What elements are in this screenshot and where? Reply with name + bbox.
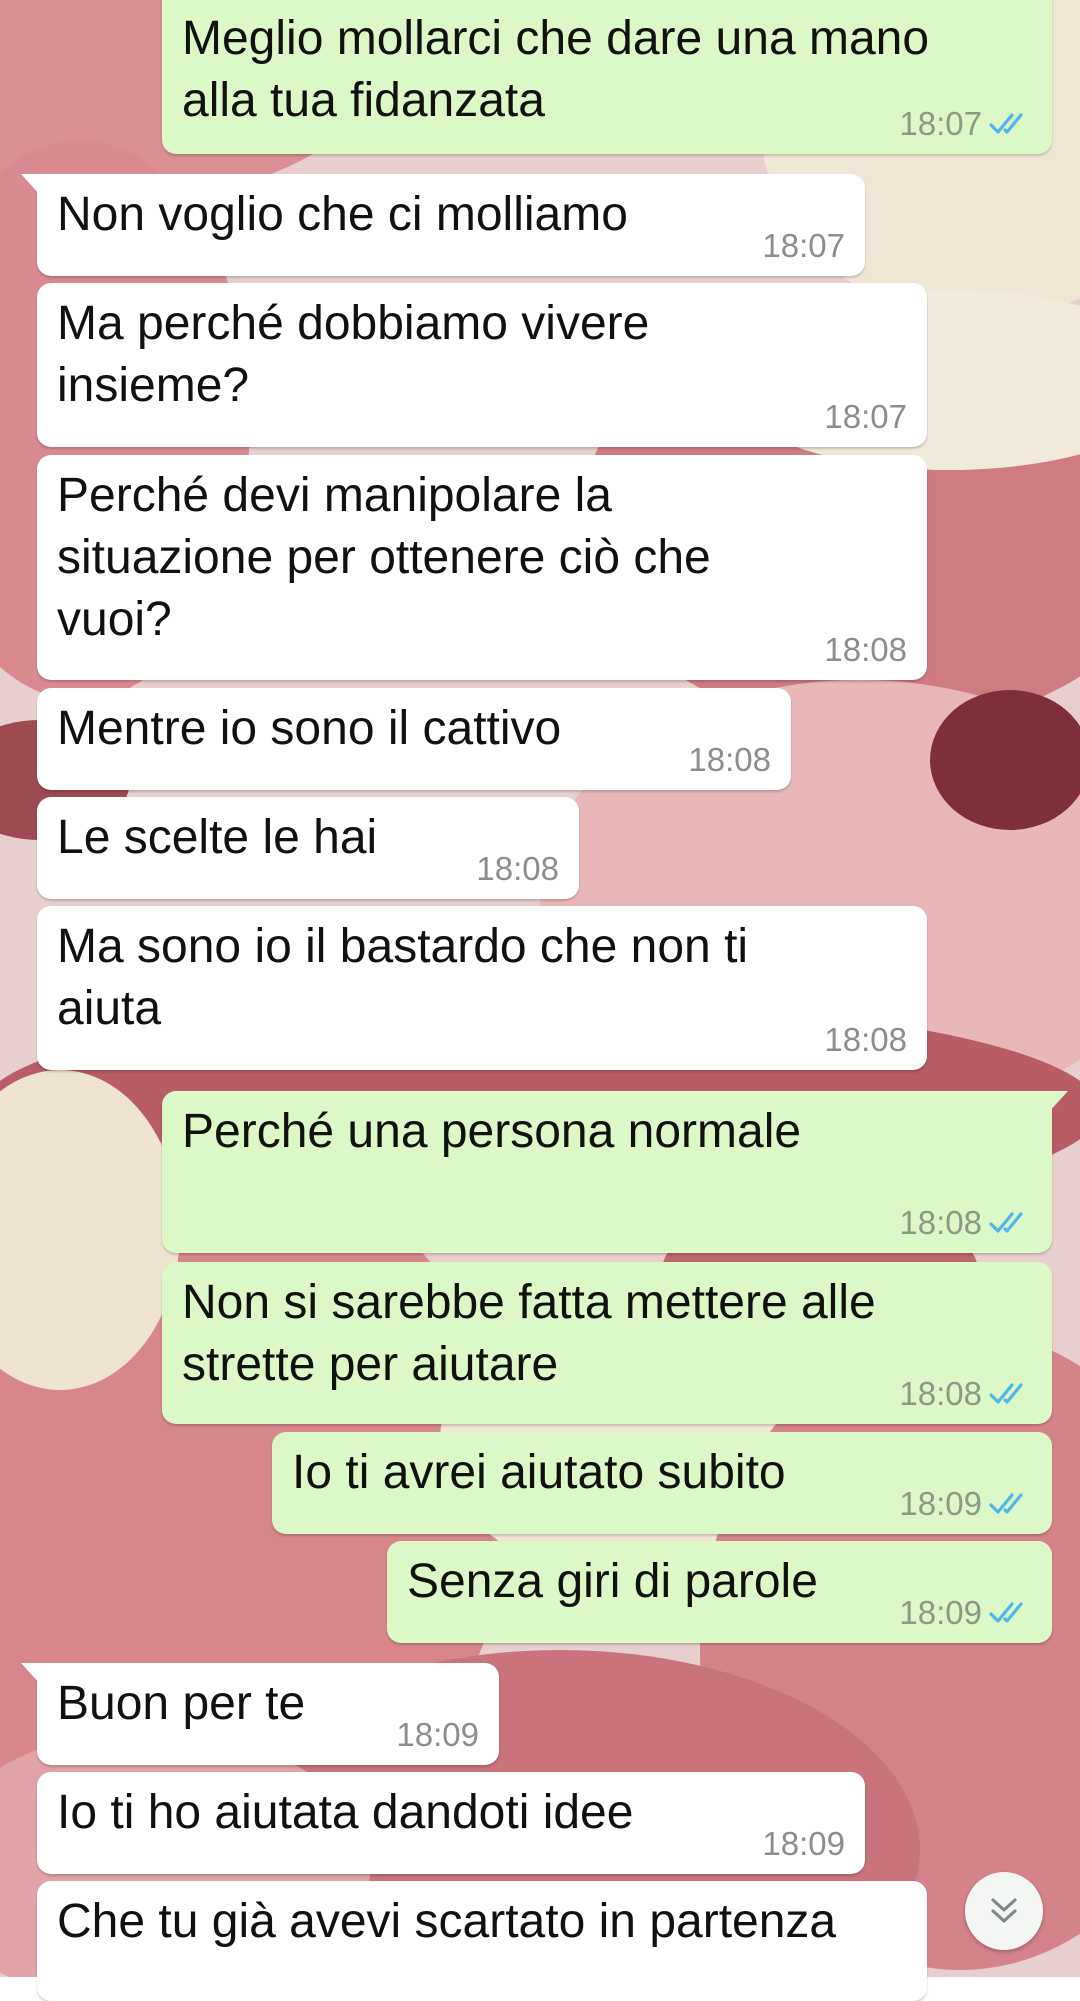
message-text: Perché devi manipolare la situazione per… — [57, 469, 711, 646]
message-text: Perché una persona normale — [182, 1105, 802, 1158]
double-check-icon — [989, 1212, 1023, 1233]
message-bubble-incoming[interactable]: Ma sono io il bastardo che non ti aiuta … — [37, 906, 927, 1070]
message-time: 18:07 — [899, 105, 982, 142]
bubble-tail — [21, 1663, 41, 1685]
double-chevron-down-icon — [991, 1898, 1017, 1923]
message-time: 18:07 — [824, 398, 907, 435]
bubble-tail — [1048, 1091, 1068, 1113]
message-bubble-incoming[interactable]: Io ti ho aiutata dandoti idee 18:09 — [37, 1772, 865, 1874]
message-bubble-outgoing[interactable]: Meglio mollarci che dare una mano alla t… — [162, 0, 1052, 154]
scroll-to-bottom-button[interactable] — [965, 1872, 1043, 1950]
message-list[interactable]: Meglio mollarci che dare una mano alla t… — [0, 0, 1080, 2001]
message-text: Senza giri di parole — [407, 1555, 818, 1608]
message-text: Buon per te — [57, 1677, 306, 1730]
message-text: Non voglio che ci molliamo — [57, 188, 628, 241]
message-text: Mentre io sono il cattivo — [57, 702, 562, 755]
message-time: 18:09 — [762, 1825, 845, 1862]
message-bubble-incoming[interactable]: Buon per te 18:09 — [21, 1663, 499, 1765]
message-bubble-incoming[interactable]: Le scelte le hai 18:08 — [37, 797, 579, 899]
double-check-icon — [989, 1493, 1023, 1514]
message-bubble-incoming[interactable]: Ma perché dobbiamo vivere insieme? 18:07 — [37, 283, 927, 447]
message-bubble-incoming[interactable]: Non voglio che ci molliamo 18:07 — [21, 174, 865, 276]
message-text: Le scelte le hai — [57, 811, 378, 864]
double-check-icon — [989, 113, 1023, 134]
message-time: 18:08 — [899, 1375, 982, 1412]
message-time: 18:08 — [688, 741, 771, 778]
message-bubble-outgoing[interactable]: Senza giri di parole 18:09 — [387, 1541, 1052, 1643]
message-time: 18:07 — [762, 227, 845, 264]
double-check-icon — [989, 1383, 1023, 1404]
message-bubble-outgoing[interactable]: Perché una persona normale 18:08 — [162, 1091, 1068, 1253]
message-time: 18:09 — [396, 1716, 479, 1753]
message-time: 18:08 — [476, 850, 559, 887]
message-bubble-incoming[interactable]: Mentre io sono il cattivo 18:08 — [37, 688, 791, 790]
message-bubble-incoming[interactable]: Perché devi manipolare la situazione per… — [37, 455, 927, 680]
message-text: Io ti avrei aiutato subito — [292, 1446, 786, 1499]
message-text: Ma sono io il bastardo che non ti aiuta — [57, 920, 749, 1035]
message-bubble-incoming[interactable]: Che tu già avevi scartato in partenza — [37, 1881, 927, 2001]
message-time: 18:08 — [824, 1021, 907, 1058]
message-time: 18:08 — [899, 1204, 982, 1241]
message-time: 18:09 — [899, 1594, 982, 1631]
message-text: Io ti ho aiutata dandoti idee — [57, 1786, 634, 1839]
message-text: Ma perché dobbiamo vivere insieme? — [57, 297, 650, 412]
message-text: Che tu già avevi scartato in partenza — [57, 1895, 837, 1948]
bubble-tail — [21, 174, 41, 196]
message-time: 18:08 — [824, 631, 907, 668]
double-check-icon — [989, 1602, 1023, 1623]
message-bubble-outgoing[interactable]: Io ti avrei aiutato subito 18:09 — [272, 1432, 1052, 1534]
message-time: 18:09 — [899, 1485, 982, 1522]
message-bubble-outgoing[interactable]: Non si sarebbe fatta mettere alle strett… — [162, 1262, 1052, 1424]
